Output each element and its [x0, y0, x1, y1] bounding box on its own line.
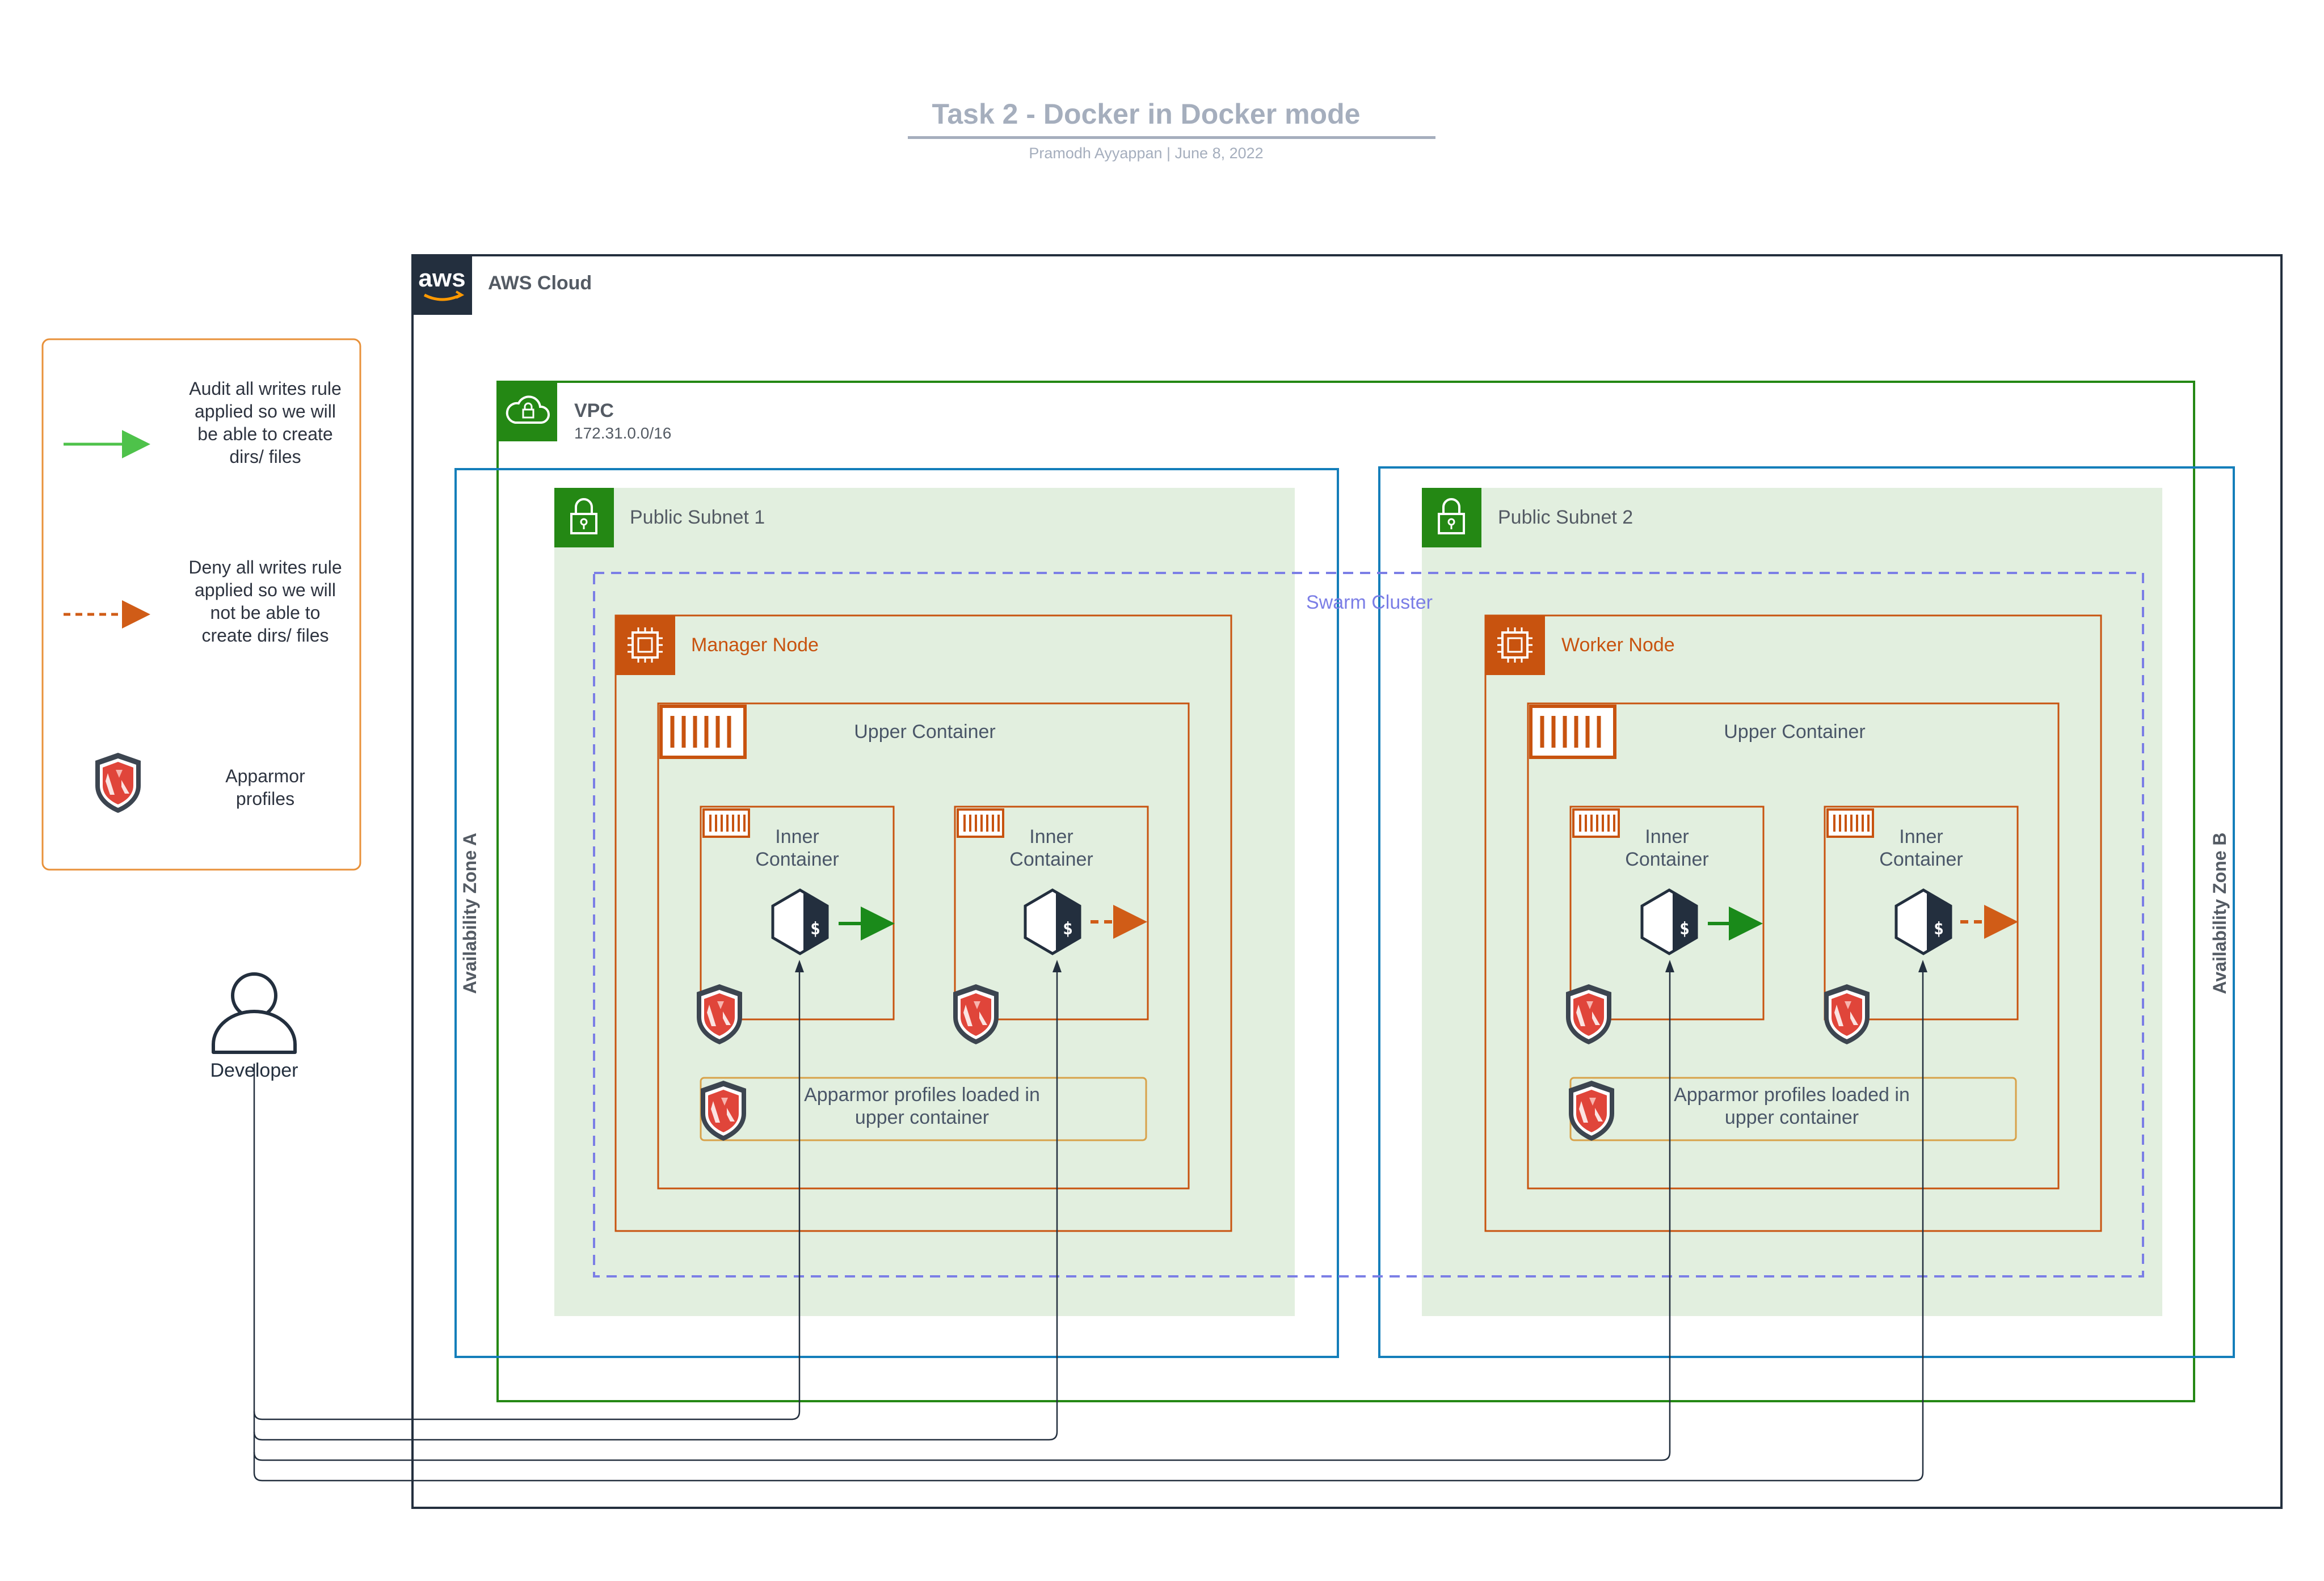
worker-inner-container-right-label: Inner Container — [1879, 826, 1963, 870]
manager-inner-container-left-label: Inner Container — [755, 826, 839, 870]
subnet-2-label: Public Subnet 2 — [1498, 507, 1633, 528]
chip-icon — [616, 615, 675, 675]
terminal-icon — [773, 890, 827, 954]
manager-node-label: Manager Node — [691, 634, 819, 656]
diagram-canvas: $ aws — [41, 254, 2283, 1509]
manager-upper-container-label: Upper Container — [854, 721, 996, 743]
padlock-icon-2 — [1422, 488, 1481, 547]
developer-label: Developer — [210, 1060, 298, 1081]
vpc-label: VPC — [574, 400, 614, 421]
user-icon — [212, 972, 297, 1054]
manager-profiles-label: Apparmor profiles loaded in upper contai… — [804, 1084, 1040, 1128]
legend-deny-text: Deny all writes rule applied so we will … — [188, 557, 342, 646]
zone-a-label: Availability Zone A — [460, 833, 480, 994]
worker-node-label: Worker Node — [1561, 634, 1675, 656]
subnet-1-label: Public Subnet 1 — [630, 507, 765, 528]
manager-inner-container-right-label: Inner Container — [1009, 826, 1093, 870]
swarm-cluster-label: Swarm Cluster — [1306, 592, 1433, 613]
legend-apparmor-text: Apparmor profiles — [225, 766, 305, 809]
svg-text:aws: aws — [418, 264, 465, 292]
worker-inner-container-left-label: Inner Container — [1625, 826, 1709, 870]
aws-cloud-label: AWS Cloud — [488, 272, 592, 294]
zone-b-label: Availability Zone B — [2209, 832, 2230, 994]
vpc-cidr: 172.31.0.0/16 — [574, 424, 672, 442]
legend-audit-text: Audit all writes rule applied so we will… — [189, 378, 342, 467]
worker-upper-container-label: Upper Container — [1724, 721, 1866, 743]
chip-icon-2 — [1485, 615, 1545, 675]
padlock-icon — [554, 488, 614, 547]
worker-profiles-label: Apparmor profiles loaded in upper contai… — [1674, 1084, 1910, 1128]
